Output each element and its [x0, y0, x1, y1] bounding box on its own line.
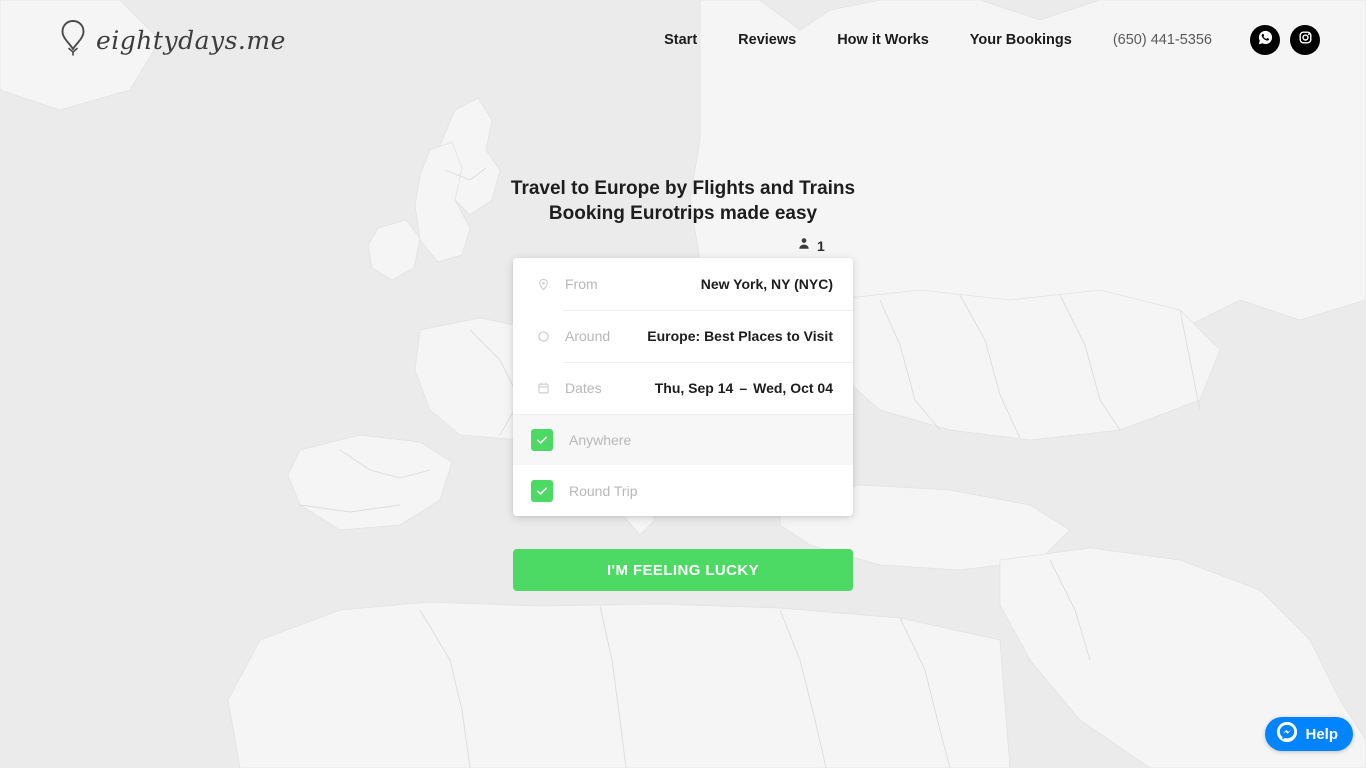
option-label-round-trip: Round Trip — [569, 482, 638, 499]
checkbox-round-trip[interactable] — [531, 479, 553, 502]
date-end: Wed, Oct 04 — [753, 380, 833, 396]
option-row-anywhere[interactable]: Anywhere — [513, 414, 853, 465]
nav-item-your-bookings[interactable]: Your Bookings — [970, 32, 1072, 48]
field-label-from: From — [565, 276, 598, 292]
circle-outline-icon — [531, 330, 555, 343]
messenger-help-label: Help — [1305, 725, 1338, 743]
brand-wordmark: eightydays.me — [96, 25, 286, 55]
field-label-dates: Dates — [565, 380, 602, 396]
field-row-around[interactable]: Around Europe: Best Places to Visit — [513, 310, 853, 362]
headline-line-1: Travel to Europe by Flights and Trains — [510, 178, 856, 199]
date-separator: – — [739, 380, 748, 396]
field-value-around: Europe: Best Places to Visit — [647, 328, 833, 344]
nav-item-start[interactable]: Start — [664, 32, 697, 48]
passenger-counter[interactable]: 1 — [797, 236, 825, 256]
nav-item-reviews[interactable]: Reviews — [738, 32, 796, 48]
phone-number[interactable]: (650) 441-5356 — [1113, 32, 1212, 48]
field-row-from[interactable]: From New York, NY (NYC) — [513, 258, 853, 310]
nav-item-how-it-works[interactable]: How it Works — [837, 32, 929, 48]
field-value-dates: Thu, Sep 14– Wed, Oct 04 — [655, 380, 833, 396]
person-icon — [797, 236, 811, 256]
option-row-round-trip[interactable]: Round Trip — [513, 465, 853, 516]
instagram-icon — [1297, 29, 1314, 51]
field-value-from: New York, NY (NYC) — [700, 276, 833, 292]
option-label-anywhere: Anywhere — [569, 431, 632, 448]
field-label-around: Around — [565, 328, 611, 344]
checkbox-anywhere[interactable] — [531, 428, 553, 451]
messenger-help-button[interactable]: Help — [1265, 717, 1353, 751]
instagram-button[interactable] — [1290, 25, 1320, 55]
balloon-pin-icon — [60, 19, 86, 62]
brand-logo[interactable]: eightydays.me — [60, 19, 286, 62]
passenger-count: 1 — [817, 238, 825, 254]
main-nav: Start Reviews How it Works Your Bookings… — [664, 25, 1320, 55]
feeling-lucky-button[interactable]: I'M FEELING LUCKY — [513, 549, 853, 591]
field-row-dates[interactable]: Dates Thu, Sep 14– Wed, Oct 04 — [513, 362, 853, 414]
map-pin-icon — [531, 276, 555, 293]
messenger-icon — [1276, 721, 1298, 748]
whatsapp-icon — [1257, 29, 1274, 51]
search-card: From New York, NY (NYC) Around Europe: B… — [513, 258, 853, 516]
whatsapp-button[interactable] — [1250, 25, 1280, 55]
page-title: Travel to Europe by Flights and Trains B… — [0, 176, 1366, 226]
date-start: Thu, Sep 14 — [654, 380, 734, 396]
headline-line-2: Booking Eurotrips made easy — [548, 203, 818, 224]
calendar-icon — [531, 381, 555, 395]
site-header: eightydays.me Start Reviews How it Works… — [0, 0, 1366, 80]
